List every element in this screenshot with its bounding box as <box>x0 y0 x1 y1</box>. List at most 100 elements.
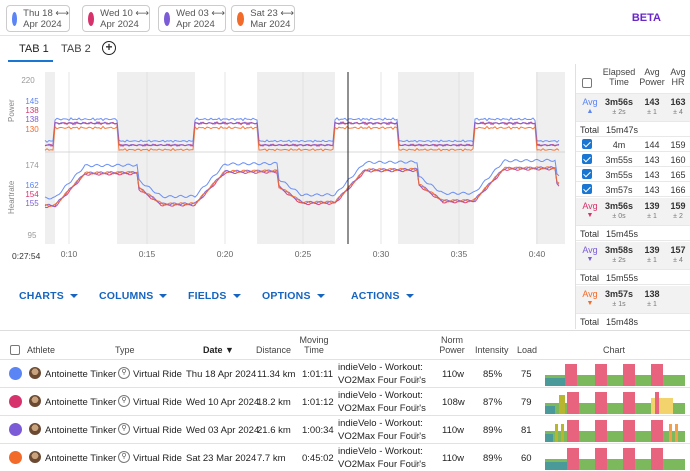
moving-time-header[interactable]: Moving Time <box>299 335 329 355</box>
avg-row-3[interactable]: Avg ▼ 3m58s ± 2s 139 ± 1 157 ± 4 <box>576 242 690 270</box>
hr-tick: 174 <box>25 161 39 170</box>
table-row[interactable]: Antoinette Tinker ⚲ Virtual Ride Sat 23 … <box>0 443 690 471</box>
lap-checkbox[interactable] <box>582 169 592 179</box>
avg-hr: 157 <box>670 245 686 255</box>
header-bar: Thu 18 ⟷ Apr 2024 Wed 10 ⟷ Apr 2024 Wed 03… <box>0 0 690 36</box>
lap-row[interactable]: 3m55s 143 160 <box>576 152 690 167</box>
lap-row[interactable]: 4m 144 159 <box>576 137 690 152</box>
workout-mini-chart <box>545 364 685 386</box>
athlete-name[interactable]: Antoinette Tinker <box>45 425 116 436</box>
total-label: Total <box>580 273 600 283</box>
load-header[interactable]: Load <box>517 345 537 355</box>
activities-table: Athlete Type Date ▼ Distance Moving Time… <box>0 330 690 471</box>
edit-icon[interactable]: ✎ <box>413 459 421 470</box>
lap-checkbox[interactable] <box>582 184 592 194</box>
workout-mini-chart <box>545 420 685 442</box>
total-row-1: Total 15m47s <box>576 122 690 137</box>
color-dot <box>9 395 22 408</box>
avg-row-1[interactable]: Avg ▲ 3m56s ± 2s 143 ± 1 163 ± 4 <box>576 94 690 122</box>
avatar <box>29 395 41 407</box>
athlete-header[interactable]: Athlete <box>27 345 55 355</box>
lap-row[interactable]: 3m55s 143 165 <box>576 167 690 182</box>
x-tick-label: 0:25 <box>295 249 312 259</box>
distance: 21.6 km <box>257 425 291 436</box>
hr-tick: 162 <box>25 181 39 190</box>
lap-checkbox[interactable] <box>582 154 592 164</box>
total-value: 15m48s <box>606 317 639 327</box>
lap-summary-panel: Elapsed Time Avg Power Avg HR Avg ▲ 3m56… <box>575 64 690 329</box>
beta-label: BETA <box>631 12 661 24</box>
columns-menu[interactable]: COLUMNS <box>99 290 167 302</box>
table-row[interactable]: Antoinette Tinker ⚲ Virtual Ride Thu 18 … <box>0 359 690 387</box>
actions-menu[interactable]: ACTIONS <box>351 290 414 302</box>
power-tick: 138 <box>25 115 39 124</box>
charts-menu[interactable]: CHARTS <box>19 290 78 302</box>
interval-band <box>195 72 257 244</box>
fields-menu[interactable]: FIELDS <box>188 290 241 302</box>
menu-bar: CHARTS COLUMNS FIELDS OPTIONS ACTIONS <box>0 282 575 310</box>
activity-chip-1[interactable]: Thu 18 ⟷ Apr 2024 <box>6 5 70 32</box>
date-header[interactable]: Date ▼ <box>203 345 234 355</box>
avg-hr-sd: ± 2 <box>673 213 683 220</box>
activity-name[interactable]: indieVelo - Workout: <box>338 362 423 373</box>
interval-band <box>55 72 117 244</box>
avg-power: 143 <box>644 97 660 107</box>
lap-checkbox[interactable] <box>582 139 592 149</box>
color-dot <box>164 11 171 26</box>
power-tick: 220 <box>21 76 35 85</box>
tab-2[interactable]: TAB 2 <box>61 43 91 55</box>
activity-chip-4[interactable]: Sat 23 ⟷ Mar 2024 <box>231 5 295 32</box>
activity-chip-3[interactable]: Wed 03 ⟷ Apr 2024 <box>158 5 226 32</box>
color-dot <box>237 11 245 26</box>
avg-hr-sd: ± 4 <box>673 257 683 264</box>
activity-date: Sat 23 Mar 2024 <box>186 453 257 464</box>
bike-icon: ⚲ <box>118 423 130 435</box>
x-tick-label: 0:30 <box>373 249 390 259</box>
activity-date: Wed 10 Apr 2024 <box>186 397 260 408</box>
activity-name[interactable]: indieVelo - Workout: <box>338 446 423 457</box>
color-dot <box>88 11 95 26</box>
distance-header[interactable]: Distance <box>256 345 291 355</box>
norm-power-header[interactable]: Norm Power <box>438 335 466 355</box>
avg-elapsed-sd: ± 2s <box>612 257 626 264</box>
workout-mini-chart <box>545 448 685 470</box>
activity-chip-2[interactable]: Wed 10 ⟷ Apr 2024 <box>82 5 150 32</box>
x-tick-label: 0:15 <box>139 249 156 259</box>
bike-icon: ⚲ <box>118 451 130 463</box>
avg-elapsed: 3m56s <box>604 201 634 211</box>
activity-name[interactable]: indieVelo - Workout: <box>338 418 423 429</box>
type-header[interactable]: Type <box>115 345 135 355</box>
activity-type: Virtual Ride <box>133 453 182 464</box>
select-all-checkbox[interactable] <box>582 78 592 88</box>
athlete-name[interactable]: Antoinette Tinker <box>45 453 116 464</box>
avg-power-sd: ± 1 <box>647 109 657 116</box>
athlete-name[interactable]: Antoinette Tinker <box>45 397 116 408</box>
activity-type: Virtual Ride <box>133 425 182 436</box>
avg-elapsed-sd: ± 1s <box>612 301 626 308</box>
edit-icon[interactable]: ✎ <box>413 431 421 442</box>
lap-row[interactable]: 3m57s 143 166 <box>576 182 690 197</box>
athlete-name[interactable]: Antoinette Tinker <box>45 369 116 380</box>
moving-time: 1:01:12 <box>302 397 334 408</box>
total-row-2: Total 15m45s <box>576 226 690 241</box>
total-label: Total <box>580 125 600 135</box>
chip-month: Apr 2024 <box>176 18 215 30</box>
edit-icon[interactable]: ✎ <box>413 403 421 414</box>
intensity-header[interactable]: Intensity <box>475 345 509 355</box>
avg-power-sd: ± 1 <box>647 257 657 264</box>
avg-row-4[interactable]: Avg ▼ 3m57s ± 1s 138 ± 1 <box>576 286 690 314</box>
lap-power: 143 <box>644 170 660 180</box>
edit-icon[interactable]: ✎ <box>413 375 421 386</box>
options-menu[interactable]: OPTIONS <box>262 290 325 302</box>
avg-row-2[interactable]: Avg ▼ 3m56s ± 0s 139 ± 1 159 ± 2 <box>576 198 690 226</box>
plus-circle-icon[interactable]: + <box>102 41 116 55</box>
table-row[interactable]: Antoinette Tinker ⚲ Virtual Ride Wed 03 … <box>0 415 690 443</box>
tab-1[interactable]: TAB 1 <box>19 43 49 55</box>
select-all-rows-checkbox[interactable] <box>10 345 20 355</box>
color-dot <box>12 11 18 26</box>
activity-name[interactable]: indieVelo - Workout: <box>338 390 423 401</box>
lap-power: 144 <box>644 140 660 150</box>
activity-chart[interactable]: Power Heartrate 220 145 138 138 130 174 … <box>0 64 575 274</box>
table-row[interactable]: Antoinette Tinker ⚲ Virtual Ride Wed 10 … <box>0 387 690 415</box>
avatar <box>29 367 41 379</box>
